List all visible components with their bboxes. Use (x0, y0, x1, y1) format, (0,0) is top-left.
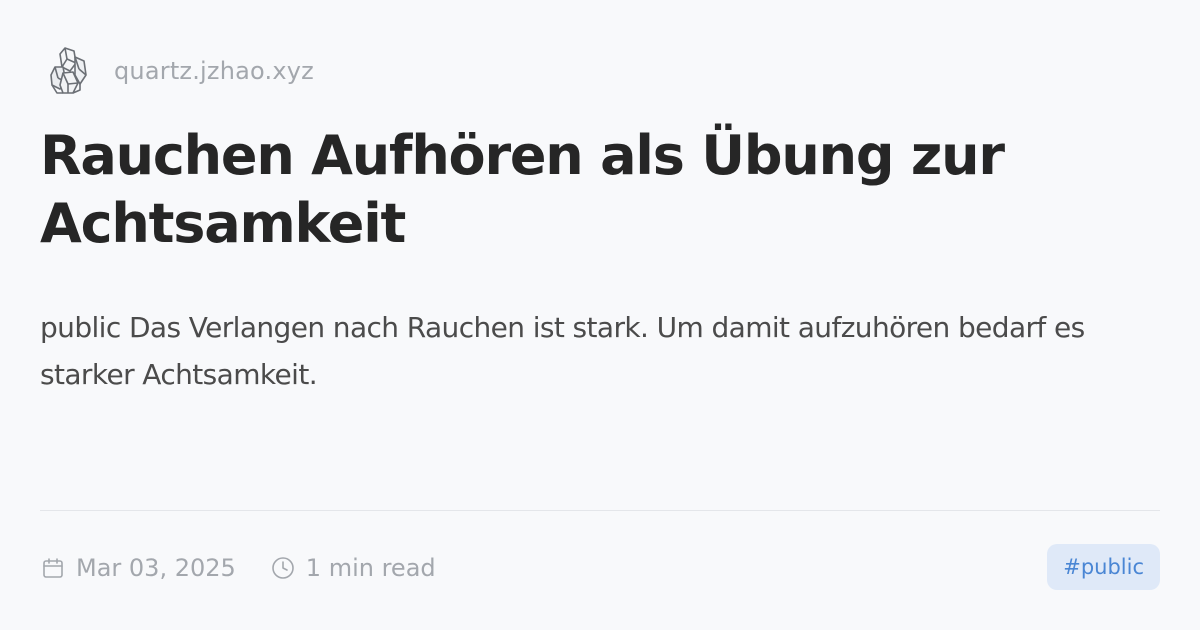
date-meta: Mar 03, 2025 (40, 554, 236, 582)
og-image-card: quartz.jzhao.xyz Rauchen Aufhören als Üb… (0, 0, 1200, 630)
tag-public[interactable]: #public (1047, 544, 1160, 590)
divider (40, 510, 1160, 511)
page-title: Rauchen Aufhören als Übung zur Achtsamke… (40, 124, 1005, 255)
publish-date: Mar 03, 2025 (76, 554, 236, 582)
reading-time-meta: 1 min read (270, 554, 436, 582)
page-description: public Das Verlangen nach Rauchen ist st… (40, 311, 1085, 391)
site-header: quartz.jzhao.xyz (44, 40, 314, 102)
crystal-icon (44, 41, 94, 101)
site-url[interactable]: quartz.jzhao.xyz (114, 57, 314, 85)
calendar-icon (40, 555, 66, 581)
reading-time: 1 min read (305, 554, 436, 582)
clock-icon (270, 555, 296, 581)
article-meta: Mar 03, 2025 1 min read (40, 546, 436, 590)
